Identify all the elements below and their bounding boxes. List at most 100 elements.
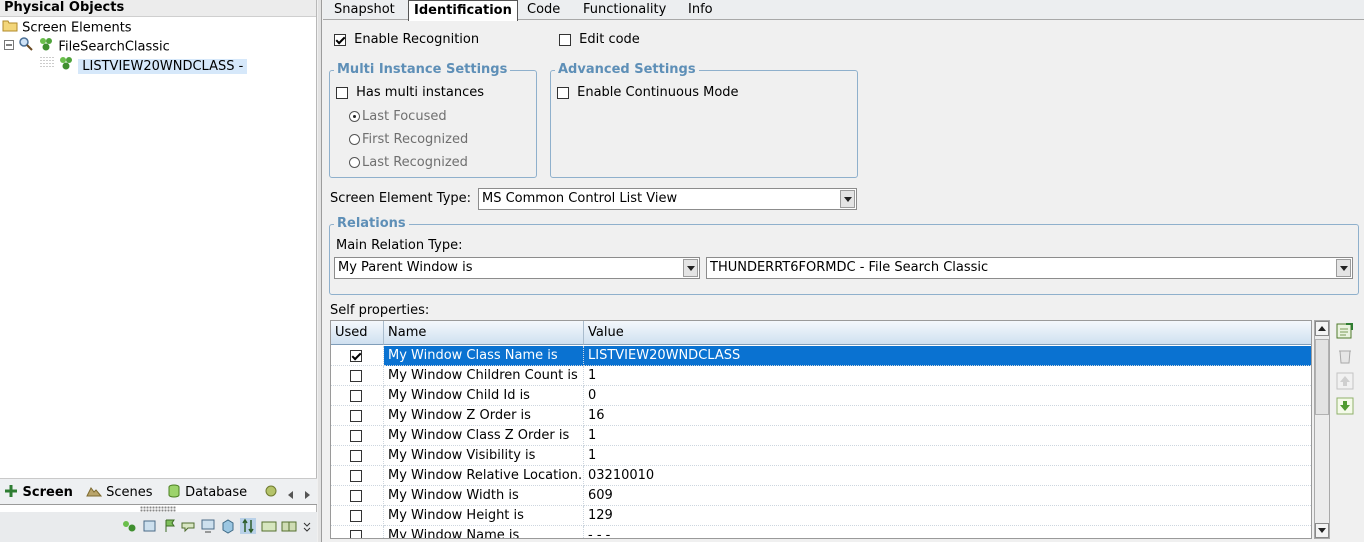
sort-tool-icon[interactable] <box>240 518 256 534</box>
enable-recognition-checkbox[interactable]: Enable Recognition <box>334 32 479 47</box>
radio-dot[interactable] <box>349 134 360 145</box>
used-cell <box>331 486 384 506</box>
tree-item-element[interactable]: LISTVIEW20WNDCLASS - <box>40 55 248 74</box>
table-row[interactable]: My Window Width is 609 <box>331 486 1311 506</box>
first-recognized-radio[interactable]: First Recognized <box>349 132 468 147</box>
table-row[interactable]: My Window Height is 129 <box>331 506 1311 526</box>
delete-property-icon[interactable] <box>1334 345 1356 367</box>
has-multi-instances-checkbox[interactable]: Has multi instances <box>336 85 484 100</box>
table-row[interactable]: My Window Z Order is 16 <box>331 406 1311 426</box>
used-checkbox[interactable] <box>350 490 362 502</box>
table-row[interactable]: My Window Children Count is 1 <box>331 366 1311 386</box>
used-checkbox[interactable] <box>350 410 362 422</box>
tabs-scroll-right-icon[interactable] <box>302 487 312 507</box>
used-checkbox[interactable] <box>350 390 362 402</box>
advanced-settings-group: Advanced Settings Enable Continuous Mode <box>550 62 858 178</box>
collapse-icon[interactable] <box>4 38 14 56</box>
checkbox-label: Has multi instances <box>356 85 484 100</box>
table-row[interactable]: My Window Name is - - - <box>331 526 1311 538</box>
tab-info[interactable]: Info <box>683 0 718 20</box>
table-row[interactable]: My Window Relative Location... 03210010 <box>331 466 1311 486</box>
used-checkbox[interactable] <box>350 430 362 442</box>
value-cell[interactable]: 16 <box>584 406 1311 426</box>
tab-code[interactable]: Code <box>522 0 565 20</box>
name-cell: My Window Z Order is <box>384 406 584 426</box>
tab-snapshot[interactable]: Snapshot <box>329 0 400 20</box>
cube-tool-icon[interactable] <box>220 518 236 534</box>
used-checkbox[interactable] <box>350 350 362 362</box>
column-header-value[interactable]: Value <box>584 321 1311 345</box>
relation-target-select[interactable]: THUNDERRT6FORMDC - File Search Classic <box>706 257 1353 279</box>
column-header-name[interactable]: Name <box>384 321 584 345</box>
tab-database[interactable]: Database <box>167 483 247 503</box>
flag-tool-icon[interactable] <box>162 518 178 534</box>
radio-dot[interactable] <box>349 111 360 122</box>
add-property-icon[interactable] <box>1334 320 1356 342</box>
extra-tabs[interactable] <box>264 483 278 503</box>
name-cell: My Window Child Id is <box>384 386 584 406</box>
last-recognized-radio[interactable]: Last Recognized <box>349 155 468 170</box>
monitor-tool-icon[interactable] <box>200 518 216 534</box>
more-tools-icon[interactable] <box>302 518 318 534</box>
group-title: Advanced Settings <box>555 62 699 78</box>
scroll-down-icon[interactable] <box>1315 523 1329 538</box>
tree-item-app[interactable]: FileSearchClassic <box>4 36 170 56</box>
layout-tool-icon[interactable] <box>261 518 277 534</box>
chevron-down-icon[interactable] <box>840 190 855 208</box>
tab-identification[interactable]: Identification <box>408 0 518 21</box>
tab-screen[interactable]: Screen <box>4 483 73 503</box>
database-icon <box>168 484 180 498</box>
value-cell[interactable]: 1 <box>584 366 1311 386</box>
value-cell[interactable]: LISTVIEW20WNDCLASS <box>584 346 1311 366</box>
used-cell <box>331 406 384 426</box>
table-row[interactable]: My Window Class Z Order is 1 <box>331 426 1311 446</box>
chevron-down-icon[interactable] <box>683 259 698 277</box>
tabs-scroll-left-icon[interactable] <box>286 487 296 507</box>
value-cell[interactable]: - - - <box>584 526 1311 538</box>
used-checkbox[interactable] <box>350 510 362 522</box>
column-header-used[interactable]: Used <box>331 321 384 345</box>
value-cell[interactable]: 1 <box>584 446 1311 466</box>
scroll-up-icon[interactable] <box>1315 321 1329 336</box>
value-cell[interactable]: 0 <box>584 386 1311 406</box>
value-cell[interactable]: 03210010 <box>584 466 1311 486</box>
scroll-thumb[interactable] <box>1315 339 1329 415</box>
scenes-icon <box>86 487 103 497</box>
tab-label: Scenes <box>106 485 153 500</box>
table-row[interactable]: My Window Child Id is 0 <box>331 386 1311 406</box>
chevron-down-icon[interactable] <box>1336 259 1351 277</box>
tab-label: Database <box>185 485 248 500</box>
move-down-icon[interactable] <box>1334 395 1356 417</box>
checkbox-box[interactable] <box>557 86 569 99</box>
tab-functionality[interactable]: Functionality <box>578 0 671 20</box>
used-checkbox[interactable] <box>350 370 362 382</box>
checkbox-box[interactable] <box>334 33 346 46</box>
move-up-icon[interactable] <box>1334 370 1356 392</box>
group-tool-icon[interactable] <box>121 518 137 534</box>
radio-dot[interactable] <box>349 157 360 168</box>
used-cell <box>331 526 384 538</box>
label-tool-icon[interactable] <box>180 518 196 534</box>
used-checkbox[interactable] <box>350 450 362 462</box>
table-row[interactable]: My Window Class Name is LISTVIEW20WNDCLAS… <box>331 346 1311 366</box>
element-type-select[interactable]: MS Common Control List View <box>478 188 857 210</box>
table-scrollbar[interactable] <box>1314 320 1330 539</box>
relation-type-select[interactable]: My Parent Window is <box>334 257 700 279</box>
layout2-tool-icon[interactable] <box>281 518 297 534</box>
tab-scenes[interactable]: Scenes <box>86 483 153 503</box>
checkbox-box[interactable] <box>559 33 571 46</box>
tree-item-screen-elements[interactable]: Screen Elements <box>2 18 132 36</box>
tab-bar: Snapshot Identification Code Functionali… <box>323 0 1364 21</box>
continuous-mode-checkbox[interactable]: Enable Continuous Mode <box>557 85 739 100</box>
value-cell[interactable]: 609 <box>584 486 1311 506</box>
value-cell[interactable]: 1 <box>584 426 1311 446</box>
edit-code-checkbox[interactable]: Edit code <box>559 32 640 47</box>
window-tool-icon[interactable] <box>142 518 158 534</box>
table-row[interactable]: My Window Visibility is 1 <box>331 446 1311 466</box>
used-checkbox[interactable] <box>350 470 362 482</box>
checkbox-box[interactable] <box>336 86 348 99</box>
last-focused-radio[interactable]: Last Focused <box>349 109 447 124</box>
value-cell[interactable]: 129 <box>584 506 1311 526</box>
panel-splitter[interactable] <box>318 0 322 542</box>
used-checkbox[interactable] <box>350 530 362 538</box>
